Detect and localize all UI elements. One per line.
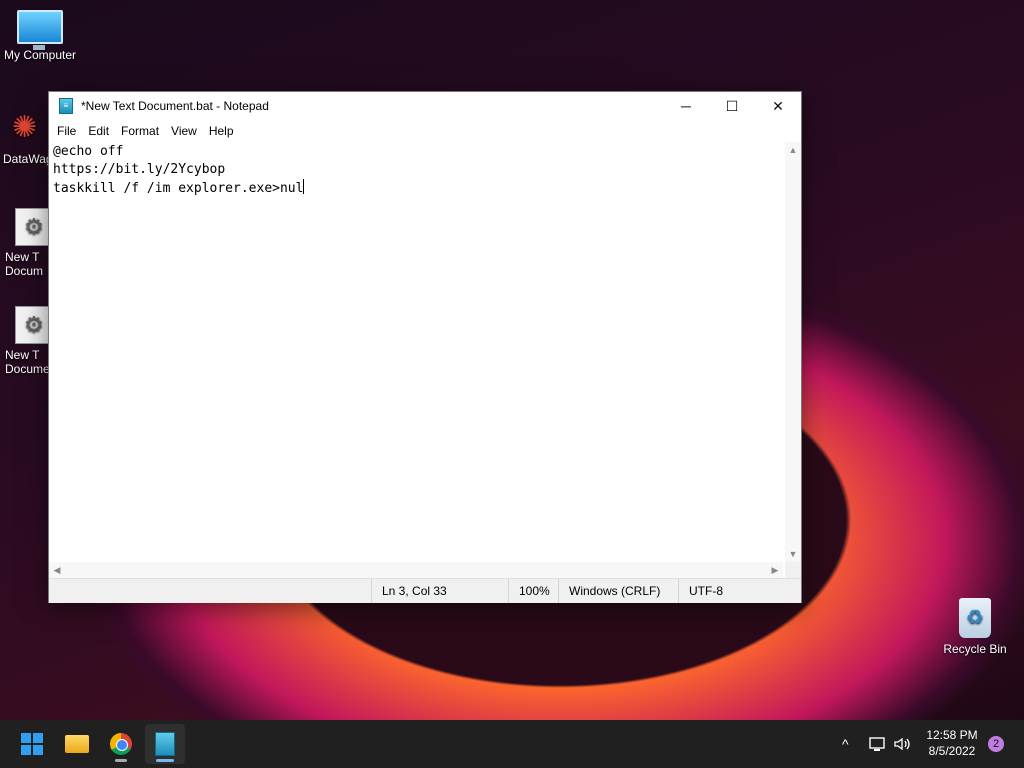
taskbar-notepad[interactable] [145, 724, 185, 764]
editor-line: @echo off [53, 144, 124, 159]
close-button[interactable]: ✕ [755, 92, 801, 120]
windows-start-icon [21, 733, 43, 755]
menu-bar: File Edit Format View Help [49, 120, 801, 142]
menu-help[interactable]: Help [203, 124, 240, 138]
network-icon[interactable] [868, 720, 888, 768]
scroll-right-icon[interactable]: ▶ [767, 562, 783, 578]
minimize-button[interactable]: ─ [663, 92, 709, 120]
file-explorer-icon [65, 735, 89, 753]
scroll-left-icon[interactable]: ◀ [49, 562, 65, 578]
scroll-up-icon[interactable]: ▲ [785, 142, 801, 158]
status-bar: Ln 3, Col 33 100% Windows (CRLF) UTF-8 [49, 578, 801, 603]
menu-format[interactable]: Format [115, 124, 165, 138]
desktop-icon-label: Recycle Bin [943, 642, 1007, 656]
desktop-icon-my-computer[interactable]: My Computer [2, 10, 78, 62]
datawag-icon: ✺ [12, 111, 38, 144]
menu-edit[interactable]: Edit [82, 124, 115, 138]
status-position: Ln 3, Col 33 [371, 579, 447, 603]
menu-view[interactable]: View [165, 124, 203, 138]
status-line-ending: Windows (CRLF) [558, 579, 660, 603]
active-indicator [156, 759, 174, 762]
recycle-bin-icon: ♻ [959, 598, 991, 638]
text-caret [303, 179, 305, 194]
scroll-down-icon[interactable]: ▼ [785, 546, 801, 562]
system-clock[interactable]: 12:58 PM 8/5/2022 [920, 727, 984, 759]
chevron-up-icon: ^ [842, 736, 849, 752]
taskbar-chrome[interactable] [101, 724, 141, 764]
show-hidden-icons-button[interactable]: ^ [842, 720, 849, 768]
status-zoom: 100% [508, 579, 550, 603]
horizontal-scrollbar[interactable]: ◀ ▶ [49, 562, 783, 578]
vertical-scrollbar[interactable]: ▲ ▼ [785, 142, 801, 562]
computer-icon [17, 10, 63, 50]
running-indicator [115, 759, 127, 762]
start-button[interactable] [12, 724, 52, 764]
desktop-icon-label: My Computer [3, 48, 77, 62]
menu-file[interactable]: File [51, 124, 82, 138]
taskbar-file-explorer[interactable] [57, 724, 97, 764]
clock-date: 8/5/2022 [928, 744, 976, 758]
text-editor[interactable]: @echo off https://bit.ly/2Ycybop taskkil… [49, 142, 783, 562]
notification-badge[interactable]: 2 [988, 736, 1004, 752]
window-title: *New Text Document.bat - Notepad [81, 99, 269, 113]
desktop-icon-label: DataWag [3, 152, 53, 166]
scrollbar-corner [785, 562, 801, 578]
editor-line: https://bit.ly/2Ycybop [53, 162, 226, 177]
clock-time: 12:58 PM [926, 728, 978, 742]
maximize-button[interactable]: ☐ [709, 92, 755, 120]
chrome-icon [110, 733, 132, 755]
notepad-icon: ≡ [59, 98, 73, 114]
notepad-window: ≡ *New Text Document.bat - Notepad ─ ☐ ✕… [48, 91, 802, 603]
notepad-icon [155, 732, 175, 756]
desktop-icon-recycle-bin[interactable]: ♻ Recycle Bin [937, 598, 1013, 656]
status-encoding: UTF-8 [678, 579, 723, 603]
title-bar[interactable]: ≡ *New Text Document.bat - Notepad ─ ☐ ✕ [49, 92, 801, 120]
taskbar: ^ 12:58 PM 8/5/2022 2 [0, 720, 1024, 768]
volume-icon[interactable] [893, 720, 913, 768]
editor-line: taskkill /f /im explorer.exe>nul [53, 181, 304, 196]
